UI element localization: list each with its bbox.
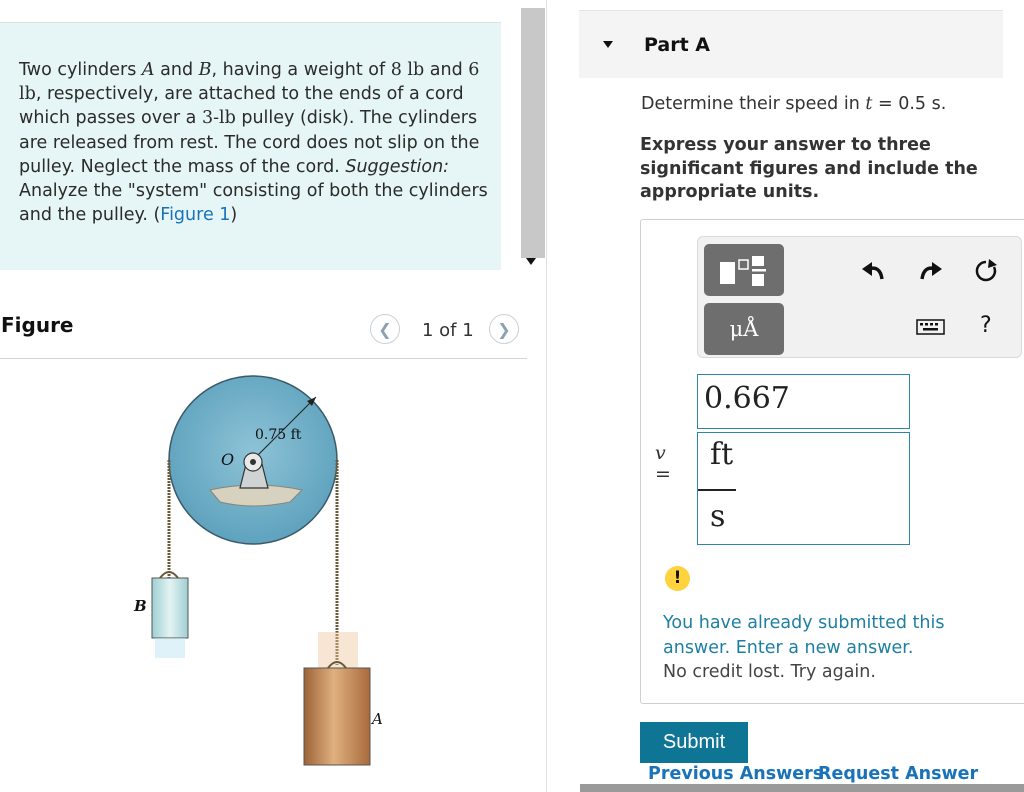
answer-value-input[interactable]: 0.667: [697, 374, 910, 429]
unit-denominator: s: [710, 499, 726, 534]
caret-down-icon[interactable]: [603, 41, 613, 48]
motion-blur-b: [155, 638, 185, 658]
cylinder-a: [303, 667, 371, 766]
feedback-text: You have already submitted this answer. …: [663, 613, 945, 658]
undo-icon[interactable]: [860, 257, 888, 285]
var-a: A: [141, 60, 155, 80]
cylinder-a-label: A: [370, 710, 383, 728]
redo-icon[interactable]: [916, 257, 944, 285]
unit-numerator: ft: [710, 437, 734, 472]
templates-icon: [720, 256, 766, 286]
warning-icon: !: [665, 566, 690, 591]
horizontal-scrollbar[interactable]: [580, 784, 1024, 792]
pulley-weight: 3-lb: [201, 108, 236, 129]
problem-statement: Two cylinders A and B, having a weight o…: [0, 22, 501, 270]
instructions: Express your answer to three significant…: [640, 135, 978, 202]
motion-blur-a: [318, 632, 358, 672]
chevron-right-icon[interactable]: ❯: [489, 314, 519, 344]
suggestion-label: Suggestion:: [345, 156, 450, 177]
problem-text: and: [154, 60, 199, 80]
problem-text: and: [424, 60, 469, 80]
previous-answers-link[interactable]: Previous Answers: [648, 764, 823, 784]
answer-unit-input[interactable]: ft s: [697, 432, 910, 545]
collapse-arrow-icon[interactable]: [526, 258, 536, 265]
help-icon[interactable]: ?: [980, 313, 992, 338]
problem-text: Two cylinders: [19, 60, 142, 80]
problem-text: Analyze the "system" consisting of both …: [19, 181, 488, 226]
panel-splitter[interactable]: [521, 8, 545, 258]
divider: [546, 0, 547, 792]
submit-button[interactable]: Submit: [640, 722, 748, 763]
figure-pager: 1 of 1: [422, 320, 474, 341]
request-answer-link[interactable]: Request Answer: [818, 764, 978, 784]
keyboard-icon[interactable]: [916, 317, 946, 337]
left-panel: Two cylinders A and B, having a weight o…: [0, 0, 527, 792]
problem-text: , having a weight of: [211, 60, 391, 80]
cylinder-b-label: B: [133, 597, 147, 615]
divider: [0, 358, 527, 359]
fraction-bar: [698, 489, 736, 491]
pin-center: [250, 459, 256, 465]
pulley-figure: 0.75 ft O B A: [133, 375, 383, 766]
figure-heading: Figure: [1, 313, 74, 337]
weight-a: 8 lb: [390, 60, 425, 80]
feedback-note: No credit lost. Try again.: [663, 662, 876, 682]
var-b: B: [198, 60, 212, 80]
units-button[interactable]: μÅ: [704, 303, 784, 355]
reset-icon[interactable]: [972, 257, 1000, 285]
center-label: O: [221, 450, 234, 469]
feedback-message: You have already submitted this answer. …: [663, 611, 1013, 685]
chevron-left-icon[interactable]: ❮: [370, 314, 400, 344]
part-header[interactable]: Part A: [579, 10, 1003, 78]
question-suffix: = 0.5 s.: [872, 94, 947, 114]
answer-variable: v: [655, 442, 666, 464]
cylinder-b: [151, 577, 189, 639]
problem-text: ): [230, 205, 238, 226]
equals-sign: =: [655, 463, 671, 485]
part-title: Part A: [644, 34, 711, 56]
figure-link[interactable]: Figure 1: [160, 205, 230, 225]
equation-toolbar: μÅ ?: [697, 236, 1022, 358]
question-prefix: Determine their speed in: [641, 94, 866, 114]
radius-label: 0.75 ft: [255, 427, 302, 443]
question-text: Determine their speed in t = 0.5 s.: [641, 94, 946, 114]
templates-button[interactable]: [704, 244, 784, 296]
